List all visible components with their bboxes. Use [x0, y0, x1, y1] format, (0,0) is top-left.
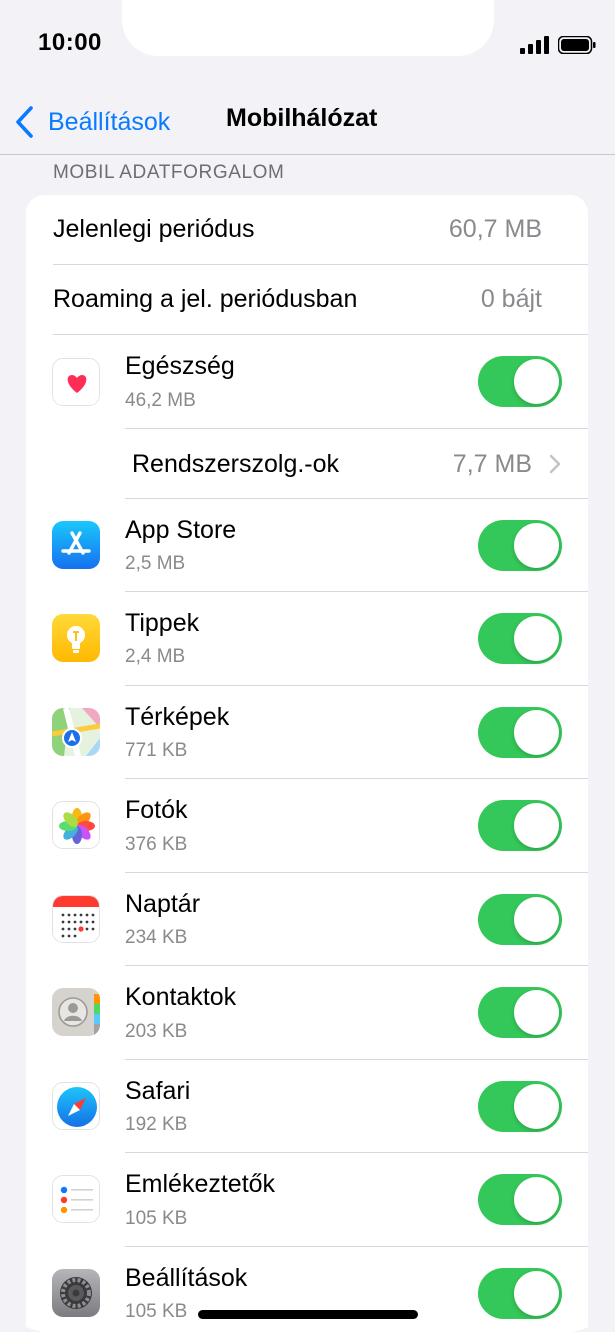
settings-icon — [52, 1269, 100, 1317]
app-data-usage: 203 KB — [125, 1021, 188, 1042]
app-data-usage: 234 KB — [125, 927, 188, 948]
roaming-period-label: Roaming a jel. periódusban — [53, 285, 358, 313]
toggle-tips[interactable] — [478, 613, 562, 664]
app-row-reminders: Emlékeztetők 105 KB — [26, 1153, 588, 1247]
toggle-contacts[interactable] — [478, 987, 562, 1038]
maps-icon — [52, 708, 100, 756]
page-title: Mobilhálózat — [226, 104, 378, 132]
app-data-usage: 192 KB — [125, 1114, 188, 1135]
toggle-maps[interactable] — [478, 707, 562, 758]
roaming-period-value: 0 bájt — [480, 285, 542, 313]
app-name: Térképek — [125, 703, 230, 731]
app-name: App Store — [125, 516, 237, 544]
app-data-usage: 771 KB — [125, 740, 188, 761]
app-name: Beállítások — [125, 1264, 248, 1292]
cellular-data-list: Jelenlegi periódus 60,7 MB Roaming a jel… — [26, 195, 588, 1332]
app-data-usage: 105 KB — [125, 1208, 188, 1229]
app-row-maps: Térképek 771 KB — [26, 686, 588, 779]
notch — [122, 0, 494, 56]
toggle-safari[interactable] — [478, 1081, 562, 1132]
home-indicator[interactable] — [198, 1310, 418, 1319]
status-bar: 10:00 — [0, 0, 615, 90]
app-row-contacts: Kontaktok 203 KB — [26, 966, 588, 1060]
back-button-label: Beállítások — [48, 107, 171, 136]
app-name: Egészség — [125, 352, 235, 380]
app-name: Emlékeztetők — [125, 1170, 276, 1198]
app-row-photos: Fotók 376 KB — [26, 779, 588, 873]
app-name: Kontaktok — [125, 983, 237, 1011]
app-data-usage: 376 KB — [125, 834, 188, 855]
toggle-reminders[interactable] — [478, 1174, 562, 1225]
navigation-bar: Beállítások Mobilhálózat — [0, 90, 615, 155]
toggle-app-store[interactable] — [478, 520, 562, 571]
roaming-period-row: Roaming a jel. periódusban 0 bájt — [26, 265, 588, 335]
reminders-icon — [52, 1175, 100, 1223]
contacts-icon — [52, 988, 100, 1036]
app-name: Fotók — [125, 796, 188, 824]
system-services-value: 7,7 MB — [452, 450, 532, 478]
chevron-left-icon — [16, 106, 33, 138]
app-data-usage: 2,5 MB — [125, 553, 186, 574]
app-row-health: Egészség 46,2 MB — [26, 335, 588, 429]
system-services-label: Rendszerszolg.-ok — [132, 450, 340, 478]
app-row-tips: Tippek 2,4 MB — [26, 592, 588, 686]
app-row-app-store: App Store 2,5 MB — [26, 499, 588, 592]
app-row-calendar: Naptár 234 KB — [26, 873, 588, 966]
photos-icon — [52, 801, 100, 849]
phone-screen: 10:00 Beállítások Mobilhálózat MOBIL ADA… — [0, 0, 615, 1332]
app-name: Naptár — [125, 890, 201, 918]
toggle-photos[interactable] — [478, 800, 562, 851]
section-header: MOBIL ADATFORGALOM — [53, 162, 285, 183]
app-row-settings: Beállítások 105 KB — [26, 1247, 588, 1332]
app-data-usage: 105 KB — [125, 1301, 188, 1322]
app-name: Tippek — [125, 609, 200, 637]
current-period-row: Jelenlegi periódus 60,7 MB — [26, 195, 588, 265]
health-icon — [52, 358, 100, 406]
toggle-health[interactable] — [478, 356, 562, 407]
current-period-value: 60,7 MB — [448, 215, 542, 243]
app-data-usage: 2,4 MB — [125, 646, 186, 667]
app-row-safari: Safari 192 KB — [26, 1060, 588, 1153]
battery-icon — [558, 36, 596, 54]
app-store-icon — [52, 521, 100, 569]
calendar-icon — [52, 895, 100, 943]
safari-icon — [52, 1082, 100, 1130]
app-data-usage: 46,2 MB — [125, 390, 196, 411]
tips-icon — [52, 614, 100, 662]
back-button[interactable]: Beállítások — [14, 102, 170, 142]
toggle-calendar[interactable] — [478, 894, 562, 945]
app-name: Safari — [125, 1077, 191, 1105]
system-services-row[interactable]: Rendszerszolg.-ok 7,7 MB — [26, 429, 588, 499]
current-period-label: Jelenlegi periódus — [53, 215, 255, 243]
status-time: 10:00 — [38, 29, 102, 56]
toggle-settings[interactable] — [478, 1268, 562, 1319]
chevron-right-icon — [549, 454, 561, 474]
cellular-signal-icon — [520, 36, 549, 54]
